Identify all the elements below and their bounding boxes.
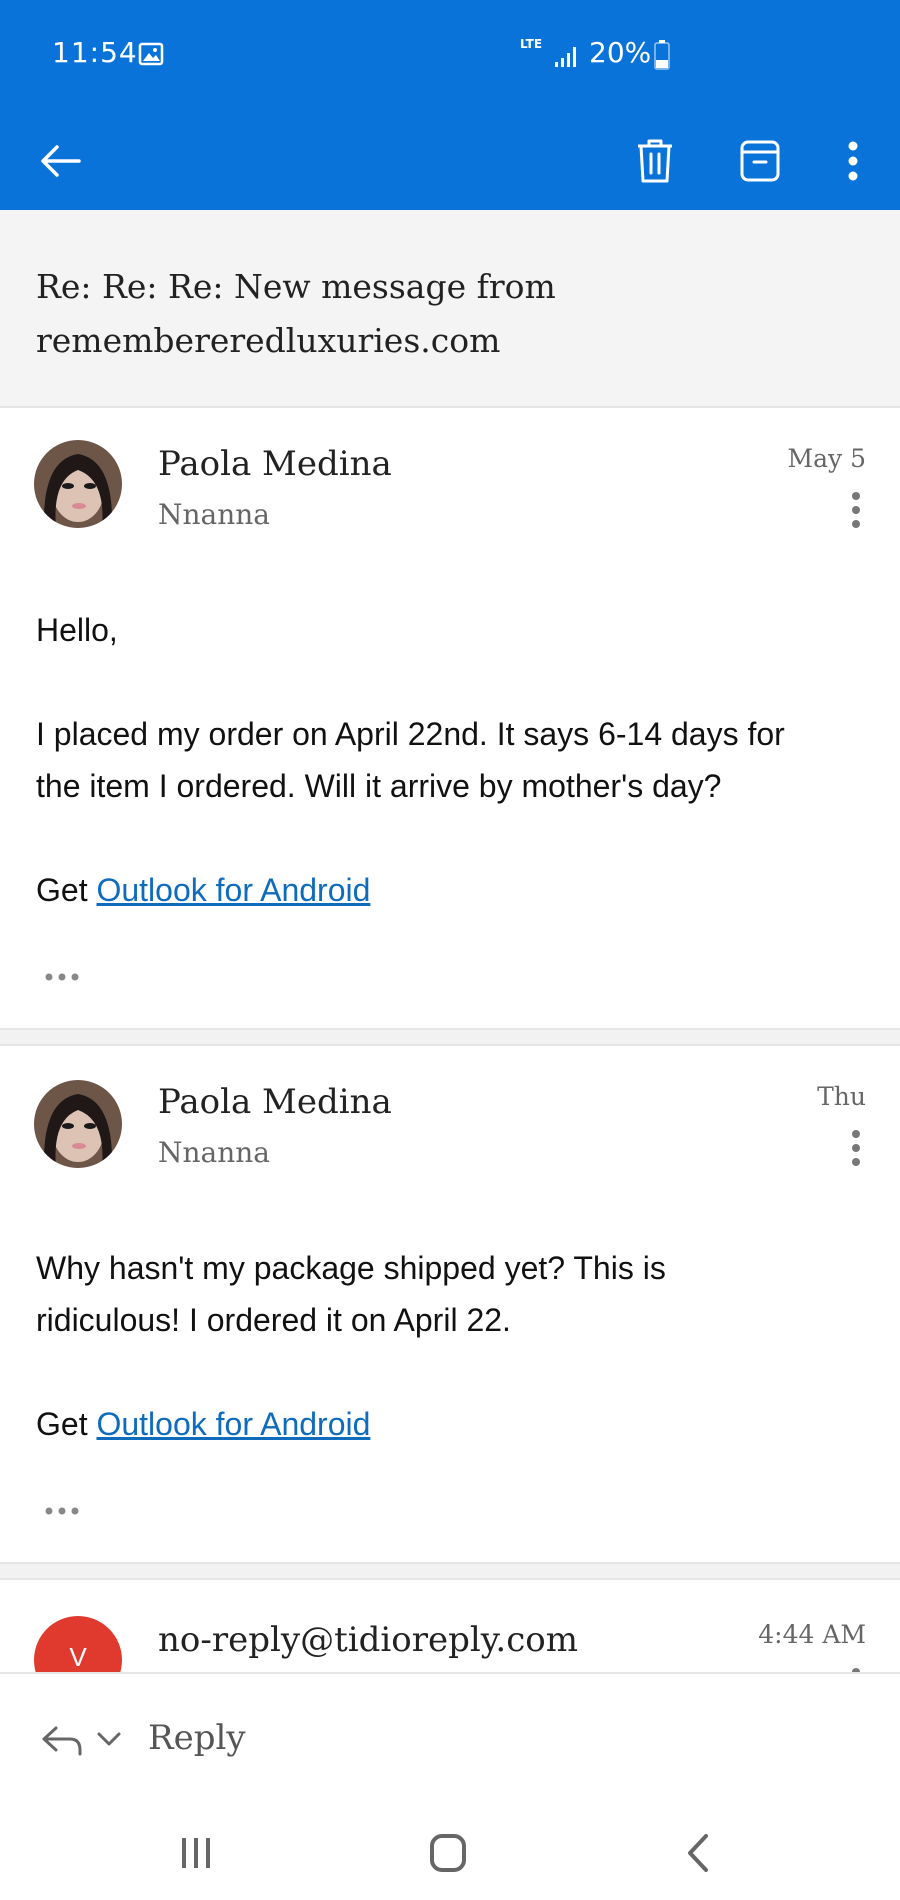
sender-name: Paola Medina — [158, 444, 392, 484]
system-nav-bar — [0, 1800, 900, 1900]
sender-name: no-reply@tidioreply.com — [158, 1620, 578, 1660]
signature-line: Get Outlook for Android — [36, 1406, 370, 1443]
chevron-down-icon[interactable] — [96, 1728, 122, 1750]
app-header: 11:54 LTE 20% — [0, 0, 900, 210]
message-divider — [0, 1562, 900, 1580]
avatar-letter: V — [69, 1642, 87, 1672]
outlook-android-link[interactable]: Outlook for Android — [96, 1406, 370, 1442]
message-toolbar — [0, 110, 900, 210]
battery-icon — [654, 40, 670, 70]
message-body-line: the item I ordered. Will it arrive by mo… — [36, 768, 722, 804]
message-body-line: Why hasn't my package shipped yet? This … — [36, 1250, 666, 1286]
delete-button[interactable] — [622, 128, 688, 194]
reply-button[interactable]: Reply — [148, 1718, 246, 1758]
vertical-dots-icon — [848, 141, 858, 181]
system-back-button[interactable] — [670, 1830, 730, 1876]
archive-button[interactable] — [727, 128, 793, 194]
signal-icon — [554, 44, 580, 68]
avatar[interactable] — [34, 440, 122, 528]
vertical-dots-icon — [852, 492, 860, 528]
sender-recipient: Nnanna — [158, 1136, 270, 1169]
trash-icon — [638, 139, 672, 183]
recent-apps-button[interactable] — [166, 1830, 226, 1876]
battery-percent: 20% — [589, 36, 652, 69]
message-card[interactable]: Paola Medina Nnanna Thu Why hasn't my pa… — [0, 1046, 900, 1562]
reply-icon[interactable] — [40, 1722, 84, 1758]
message-body-line: I placed my order on April 22nd. It says… — [36, 716, 785, 752]
vertical-dots-icon — [852, 1130, 860, 1166]
image-notification-icon — [138, 42, 164, 66]
message-body-line: Hello, — [36, 612, 118, 648]
show-quoted-text-button[interactable] — [44, 968, 84, 981]
status-time: 11:54 — [52, 36, 138, 69]
message-date: 4:44 AM — [758, 1620, 866, 1649]
message-card[interactable]: Paola Medina Nnanna May 5 Hello, I place… — [0, 408, 900, 1028]
arrow-left-icon — [41, 145, 81, 177]
archive-icon — [740, 140, 780, 182]
message-more-button[interactable] — [846, 1128, 866, 1168]
more-options-button[interactable] — [830, 128, 876, 194]
reply-bar[interactable]: Reply — [0, 1672, 900, 1802]
email-subject: Re: Re: Re: New message from rememberere… — [36, 267, 556, 360]
ellipsis-icon — [45, 973, 79, 981]
home-button[interactable] — [418, 1830, 478, 1876]
network-type: LTE — [520, 37, 543, 51]
sender-name: Paola Medina — [158, 1082, 392, 1122]
ellipsis-icon — [45, 1507, 79, 1515]
signature-prefix: Get — [36, 1406, 88, 1442]
status-bar: 11:54 LTE 20% — [0, 0, 900, 110]
message-more-button[interactable] — [846, 490, 866, 530]
signature-line: Get Outlook for Android — [36, 872, 370, 909]
message-body-line: ridiculous! I ordered it on April 22. — [36, 1302, 511, 1338]
message-card[interactable]: V no-reply@tidioreply.com 4:44 AM — [0, 1580, 900, 1672]
avatar[interactable] — [34, 1080, 122, 1168]
signature-prefix: Get — [36, 872, 88, 908]
message-divider — [0, 1028, 900, 1046]
outlook-android-link[interactable]: Outlook for Android — [96, 872, 370, 908]
message-date: May 5 — [787, 444, 866, 473]
show-quoted-text-button[interactable] — [44, 1502, 84, 1515]
avatar[interactable]: V — [34, 1616, 122, 1672]
home-icon — [430, 1834, 466, 1872]
message-date: Thu — [817, 1082, 866, 1111]
back-button[interactable] — [30, 130, 92, 192]
chevron-left-icon — [688, 1834, 708, 1872]
subject-bar: Re: Re: Re: New message from rememberere… — [0, 210, 900, 408]
sender-recipient: Nnanna — [158, 498, 270, 531]
recent-apps-icon — [182, 1838, 210, 1868]
